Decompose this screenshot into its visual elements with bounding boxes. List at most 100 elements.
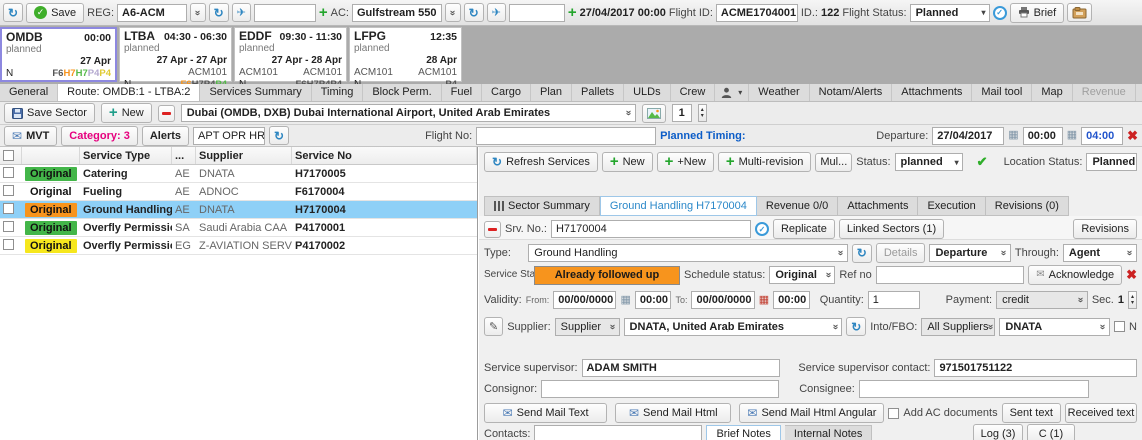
documents-button[interactable] — [1067, 3, 1093, 22]
clear-timing-icon[interactable]: ✖ — [1127, 128, 1138, 144]
remove-service-button[interactable] — [484, 220, 501, 238]
leg-card-omdb[interactable]: OMDB 00:00 planned 27 Apr N F6H7H7P4P4 — [0, 27, 117, 82]
edit-supplier-button[interactable]: ✎ — [484, 317, 504, 336]
flight-no-input[interactable] — [476, 126, 657, 145]
sent-text-button[interactable]: Sent text — [1001, 403, 1061, 423]
tab-revisions[interactable]: Revisions (0) — [985, 196, 1069, 216]
supplier-filter-select[interactable]: Supplier « — [554, 317, 620, 336]
tab-expenses[interactable]: Expenses — [1135, 84, 1142, 101]
contacts-input[interactable] — [534, 425, 703, 440]
tab-plan[interactable]: Plan — [531, 84, 573, 101]
validity-to-time-input[interactable]: 00:00 — [773, 291, 810, 309]
tab-general[interactable]: General — [0, 84, 59, 101]
consignor-input[interactable] — [541, 380, 780, 398]
sector-count-input[interactable]: 1 — [671, 104, 692, 122]
table-row[interactable]: Original Overfly Permission EG Z-AVIATIO… — [0, 237, 477, 255]
row-checkbox[interactable] — [3, 238, 14, 250]
ac-aircraft-button[interactable]: ✈ — [486, 3, 506, 22]
into-fbo-select[interactable]: DNATA « — [999, 317, 1111, 336]
tab-ground-handling[interactable]: Ground Handling H7170004 — [599, 196, 757, 216]
tab-crew[interactable]: Crew — [670, 84, 716, 101]
departure-time-input[interactable]: 00:00 — [1022, 126, 1063, 145]
tab-block-perm[interactable]: Block Perm. — [363, 84, 442, 101]
save-sector-button[interactable]: Save Sector — [4, 103, 95, 123]
supplier-select[interactable]: DNATA, United Arab Emirates « — [623, 317, 843, 336]
revisions-button[interactable]: Revisions — [1073, 219, 1137, 239]
tab-attachments[interactable]: Attachments — [838, 196, 919, 216]
map-view-button[interactable] — [641, 103, 666, 123]
plus-new-service-button[interactable]: + +New — [656, 152, 714, 172]
supplier-refresh-button[interactable]: ↻ — [846, 317, 867, 336]
tab-internal-notes[interactable]: Internal Notes — [784, 425, 873, 440]
tab-cargo[interactable]: Cargo — [482, 84, 532, 101]
reg-input[interactable]: A6-ACM — [117, 3, 188, 22]
supervisor-input[interactable]: ADAM SMITH — [581, 359, 781, 377]
ac-refresh-button[interactable]: ↻ — [463, 3, 484, 22]
ac-expand-button[interactable]: « — [445, 3, 461, 22]
tab-ulds[interactable]: ULDs — [624, 84, 671, 101]
select-all-checkbox[interactable] — [3, 150, 14, 161]
validity-from-date-input[interactable]: 00/00/0000 — [553, 291, 617, 309]
add-reg-icon[interactable]: + — [319, 5, 328, 20]
calendar-red-icon[interactable]: ▦ — [759, 294, 769, 306]
calendar-icon[interactable]: ▦ — [1067, 130, 1077, 141]
tab-brief-notes[interactable]: Brief Notes — [706, 425, 781, 440]
add-ac-documents-checkbox[interactable] — [888, 407, 900, 419]
tab-attachments[interactable]: Attachments — [892, 84, 973, 101]
timing-check-icon[interactable]: ✓ — [992, 5, 1007, 20]
refresh-services-button[interactable]: ↻ Refresh Services — [484, 152, 598, 172]
leg-card-ltba[interactable]: LTBA 04:30 - 06:30 planned 27 Apr - 27 Ap… — [119, 27, 232, 90]
category-button[interactable]: Category: 3 — [61, 125, 138, 146]
calendar-icon[interactable]: ▦ — [620, 294, 630, 306]
leg-card-lfpg[interactable]: LFPG12:35 planned 28 Apr ACM101ACM101 N … — [349, 27, 462, 90]
tab-weather[interactable]: Weather — [749, 84, 810, 101]
departure-time2-input[interactable]: 04:00 — [1081, 126, 1124, 145]
departure-date-input[interactable]: 27/04/2017 — [932, 126, 1005, 145]
sec-stepper[interactable]: ▴ ▾ — [1127, 291, 1137, 309]
new-sector-button[interactable]: + New — [100, 103, 152, 123]
table-row[interactable]: Original Fueling AE ADNOC F6170004 — [0, 183, 477, 201]
log-button[interactable]: Log (3) — [973, 424, 1023, 440]
tab-timing[interactable]: Timing — [311, 84, 364, 101]
quantity-input[interactable]: 1 — [867, 291, 920, 309]
send-mail-text-button[interactable]: ✉ Send Mail Text — [484, 403, 608, 423]
received-text-button[interactable]: Received text — [1065, 403, 1137, 423]
reg-expand-button[interactable]: « — [190, 3, 206, 22]
send-mail-html-button[interactable]: ✉ Send Mail Html — [615, 403, 732, 423]
table-row-selected[interactable]: Original Ground Handling AE DNATA H71700… — [0, 201, 477, 219]
tab-execution[interactable]: Execution — [918, 196, 986, 216]
apt-opr-hrs-field[interactable]: APT OPR HRS: — [193, 126, 266, 145]
alerts-button[interactable]: Alerts — [141, 125, 190, 146]
brief-button[interactable]: Brief — [1009, 2, 1065, 23]
type-refresh-button[interactable]: ↻ — [851, 243, 872, 263]
tab-mail-tool[interactable]: Mail tool — [972, 84, 1033, 101]
tab-services-summary[interactable]: Services Summary — [200, 84, 312, 101]
row-checkbox[interactable] — [3, 166, 14, 178]
multi-revision-button[interactable]: + Multi-revision — [717, 152, 812, 172]
validity-to-date-input[interactable]: 00/00/0000 — [691, 291, 755, 309]
delete-service-icon[interactable]: ✖ — [1126, 267, 1137, 283]
replicate-button[interactable]: Replicate — [772, 219, 835, 239]
airport-select[interactable]: Dubai (OMDB, DXB) Dubai International Ai… — [180, 104, 636, 122]
srv-no-input[interactable]: H7170004 — [550, 220, 751, 238]
mul-button[interactable]: Mul... — [815, 152, 853, 172]
tab-revenue[interactable]: Revenue 0/0 — [756, 196, 839, 216]
sector-count-stepper[interactable]: ▴ ▾ — [697, 104, 707, 122]
table-row[interactable]: Original Overfly Permission SA Saudi Ara… — [0, 219, 477, 237]
reg-aircraft-button[interactable]: ✈ — [231, 3, 251, 22]
acknowledge-button[interactable]: ✉ Acknowledge — [1028, 265, 1123, 285]
n-checkbox[interactable] — [1114, 321, 1126, 332]
location-status-select[interactable]: Planned▾ — [1086, 153, 1137, 171]
tab-route[interactable]: Route: OMDB:1 - LTBA:2 — [58, 84, 201, 101]
calendar-icon[interactable]: ▦ — [1008, 130, 1018, 141]
ac-search-input[interactable] — [508, 3, 565, 22]
service-status-button[interactable]: Already followed up — [534, 265, 680, 285]
payment-select[interactable]: credit « — [996, 291, 1088, 309]
tab-notam-alerts[interactable]: Notam/Alerts — [809, 84, 893, 101]
leg-card-eddf[interactable]: EDDF 09:30 - 11:30 planned 27 Apr - 28 Ap… — [234, 27, 347, 90]
row-checkbox[interactable] — [3, 202, 14, 214]
tab-map[interactable]: Map — [1032, 84, 1073, 101]
tab-fuel[interactable]: Fuel — [441, 84, 483, 101]
row-checkbox[interactable] — [3, 184, 14, 196]
send-mail-html-angular-button[interactable]: ✉ Send Mail Html Angular — [739, 403, 885, 423]
